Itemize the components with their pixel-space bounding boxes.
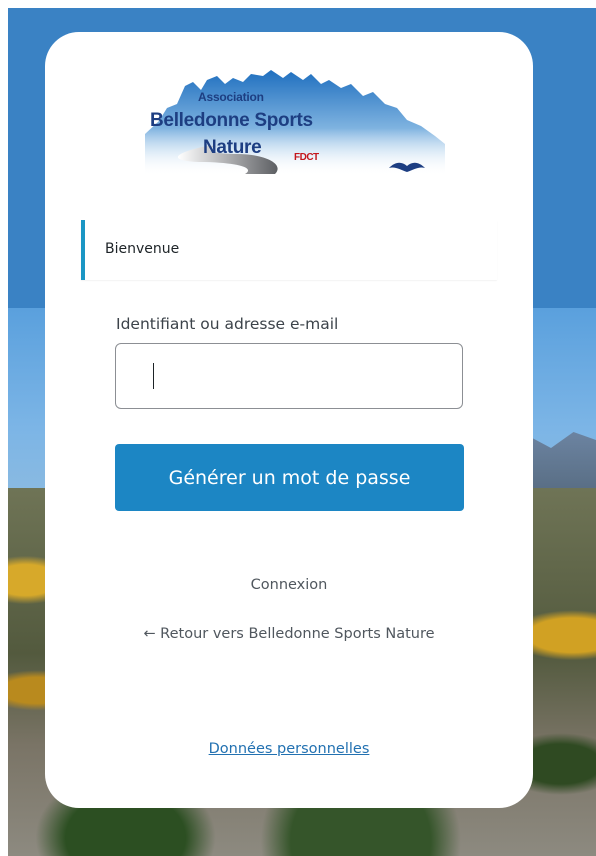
text-caret: [153, 363, 154, 389]
welcome-message-text: Bienvenue: [105, 241, 180, 257]
username-label: Identifiant ou adresse e-mail: [116, 315, 339, 333]
logo-text-belledonne: Belledonne Sports: [150, 110, 313, 131]
username-input[interactable]: [115, 343, 463, 409]
logo-text-association: Association: [198, 90, 264, 104]
logo-badge-fdct: FDCT: [294, 152, 319, 163]
logo-text-nature: Nature: [203, 137, 262, 158]
login-card: Association Belledonne Sports Nature FDC…: [45, 32, 533, 808]
privacy-policy-link[interactable]: Données personnelles: [45, 741, 533, 757]
welcome-message: Bienvenue: [81, 220, 497, 280]
generate-password-button[interactable]: Générer un mot de passe: [115, 444, 464, 511]
back-to-site-link[interactable]: ← Retour vers Belledonne Sports Nature: [45, 626, 533, 642]
login-link[interactable]: Connexion: [45, 577, 533, 593]
